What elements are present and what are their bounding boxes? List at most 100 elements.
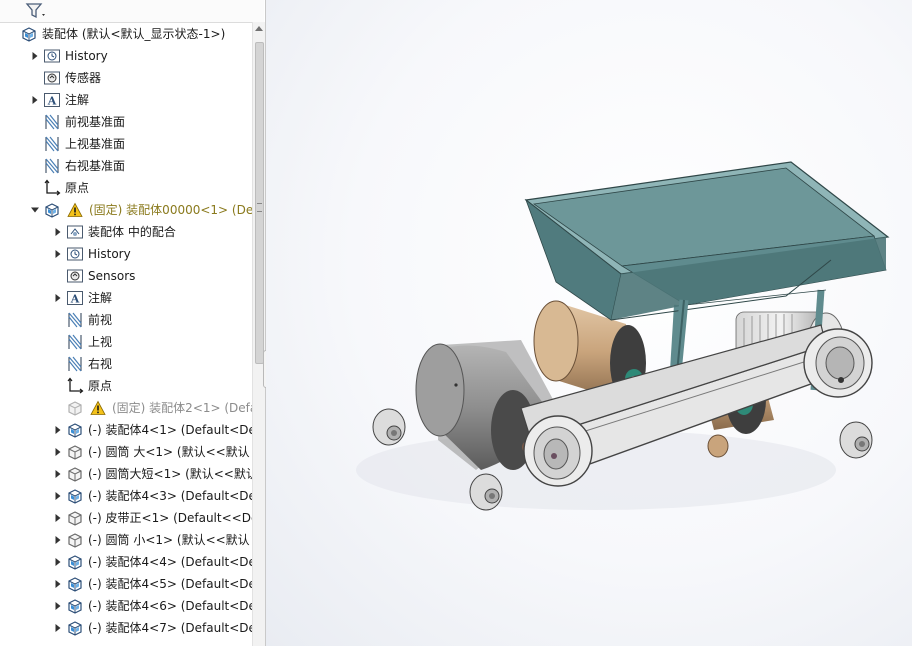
- tree-row-label: 装配体 (默认<默认_显示状态-1>): [42, 27, 226, 41]
- collapsed-arrow-icon[interactable]: [52, 441, 64, 463]
- tree-row-label: (-) 圆筒 大<1> (默认<<默认: [88, 445, 250, 459]
- sensors-folder-icon: [66, 267, 84, 285]
- svg-text:A: A: [70, 293, 80, 306]
- tree-row[interactable]: (-) 皮带正<1> (Default<<De: [0, 507, 252, 529]
- assembly-icon: [20, 25, 38, 43]
- tree-row-label: (-) 装配体4<4> (Default<De: [88, 555, 252, 569]
- part-icon: [66, 465, 84, 483]
- tree-row-label: 上视基准面: [65, 137, 126, 151]
- tree-row[interactable]: 原点: [0, 375, 252, 397]
- collapsed-arrow-icon[interactable]: [52, 595, 64, 617]
- expanded-arrow-icon[interactable]: [29, 199, 41, 221]
- conveyor-assembly-model[interactable]: [266, 0, 912, 646]
- mates-folder-icon: [66, 223, 84, 241]
- feature-manager-tree: 装配体 (默认<默认_显示状态-1>) History 传感器 A 注解 前视基准面上视基…: [0, 0, 266, 646]
- tree-row-label: 原点: [88, 379, 113, 393]
- tree-row[interactable]: A 注解: [0, 89, 252, 111]
- hopper: [524, 161, 890, 321]
- collapsed-arrow-icon[interactable]: [52, 573, 64, 595]
- pulley-small: [803, 328, 873, 398]
- tree-scrollbar[interactable]: [252, 22, 265, 646]
- origin-icon: [43, 179, 61, 197]
- tree-row[interactable]: (-) 圆筒 大<1> (默认<<默认: [0, 441, 252, 463]
- origin-icon: [66, 377, 84, 395]
- tree-row-label: 装配体 中的配合: [88, 225, 176, 239]
- assembly-icon: [66, 575, 84, 593]
- warning-icon: [90, 400, 106, 416]
- tree-row[interactable]: 上视: [0, 331, 252, 353]
- tree-row-label: (-) 皮带正<1> (Default<<De: [88, 511, 252, 525]
- collapsed-arrow-icon[interactable]: [52, 617, 64, 639]
- annotations-icon: A: [66, 289, 84, 307]
- tree-row-label: 前视基准面: [65, 115, 126, 129]
- tree-toolbar: [0, 0, 264, 23]
- tree-row[interactable]: A 注解: [0, 287, 252, 309]
- pulley-large: [523, 415, 593, 487]
- assembly-suppressed-icon: [66, 399, 84, 417]
- tree-row-label: 前视: [88, 313, 113, 327]
- tree-row[interactable]: (-) 装配体4<7> (Default<De: [0, 617, 252, 639]
- tree-row-label: 原点: [65, 181, 90, 195]
- tree-row[interactable]: History: [0, 45, 252, 67]
- tree-row-label: 传感器: [65, 71, 102, 85]
- tree-row[interactable]: 前视基准面: [0, 111, 252, 133]
- plane-icon: [66, 333, 84, 351]
- collapsed-arrow-icon[interactable]: [52, 221, 64, 243]
- svg-text:A: A: [47, 95, 57, 108]
- history-folder-icon: [66, 245, 84, 263]
- tree-row[interactable]: Sensors: [0, 265, 252, 287]
- tree-row[interactable]: 右视基准面: [0, 155, 252, 177]
- filter-icon[interactable]: [24, 2, 48, 20]
- tree-row-label: (-) 圆筒大短<1> (默认<<默认: [88, 467, 252, 481]
- tree-row[interactable]: (-) 装配体4<5> (Default<De: [0, 573, 252, 595]
- tree-row[interactable]: History: [0, 243, 252, 265]
- tree-row-label: 右视基准面: [65, 159, 126, 173]
- tree-row[interactable]: (-) 圆筒大短<1> (默认<<默认: [0, 463, 252, 485]
- tree-row-label: (固定) 装配体2<1> (Defa: [112, 401, 252, 415]
- tree-row[interactable]: (-) 装配体4<6> (Default<De: [0, 595, 252, 617]
- tree-row-label: (-) 装配体4<3> (Default<De: [88, 489, 252, 503]
- scroll-thumb[interactable]: [255, 42, 264, 364]
- collapsed-arrow-icon[interactable]: [29, 89, 41, 111]
- part-icon: [66, 531, 84, 549]
- tree-row[interactable]: (-) 装配体4<3> (Default<De: [0, 485, 252, 507]
- tree-row[interactable]: 原点: [0, 177, 252, 199]
- collapsed-arrow-icon[interactable]: [52, 287, 64, 309]
- tree-row[interactable]: (-) 圆筒 小<1> (默认<<默认: [0, 529, 252, 551]
- tree-row[interactable]: (-) 装配体4<4> (Default<De: [0, 551, 252, 573]
- collapsed-arrow-icon[interactable]: [52, 485, 64, 507]
- scroll-up-arrow-icon[interactable]: [255, 26, 263, 31]
- tree-row[interactable]: 右视: [0, 353, 252, 375]
- annotations-icon: A: [43, 91, 61, 109]
- tree-row[interactable]: 传感器: [0, 67, 252, 89]
- tree-row[interactable]: 上视基准面: [0, 133, 252, 155]
- part-icon: [66, 509, 84, 527]
- tree-row[interactable]: (-) 装配体4<1> (Default<De: [0, 419, 252, 441]
- tree-row-label: History: [88, 247, 131, 261]
- tree-row[interactable]: (固定) 装配体00000<1> (Def: [0, 199, 252, 221]
- tree-row[interactable]: 前视: [0, 309, 252, 331]
- tree-row-label: 注解: [88, 291, 113, 305]
- collapsed-arrow-icon[interactable]: [52, 243, 64, 265]
- graphics-viewport[interactable]: [266, 0, 912, 646]
- tree-row[interactable]: 装配体 (默认<默认_显示状态-1>): [0, 23, 252, 45]
- tree-row-label: 右视: [88, 357, 113, 371]
- collapsed-arrow-icon[interactable]: [52, 551, 64, 573]
- history-folder-icon: [43, 47, 61, 65]
- collapsed-arrow-icon[interactable]: [52, 419, 64, 441]
- assembly-icon: [66, 619, 84, 637]
- collapsed-arrow-icon[interactable]: [29, 45, 41, 67]
- collapsed-arrow-icon[interactable]: [52, 529, 64, 551]
- part-icon: [66, 443, 84, 461]
- scroll-grip-icon: [257, 203, 262, 212]
- plane-icon: [43, 135, 61, 153]
- tree-row-label: 上视: [88, 335, 113, 349]
- collapsed-arrow-icon[interactable]: [52, 463, 64, 485]
- tree-row[interactable]: (固定) 装配体2<1> (Defa: [0, 397, 252, 419]
- tree-rows: 装配体 (默认<默认_显示状态-1>) History 传感器 A 注解 前视基准面上视基…: [0, 23, 252, 639]
- tree-row-label: (-) 装配体4<7> (Default<De: [88, 621, 252, 635]
- tree-row-label: (固定) 装配体00000<1> (Def: [89, 203, 252, 217]
- tree-row[interactable]: 装配体 中的配合: [0, 221, 252, 243]
- collapsed-arrow-icon[interactable]: [52, 507, 64, 529]
- assembly-icon: [66, 487, 84, 505]
